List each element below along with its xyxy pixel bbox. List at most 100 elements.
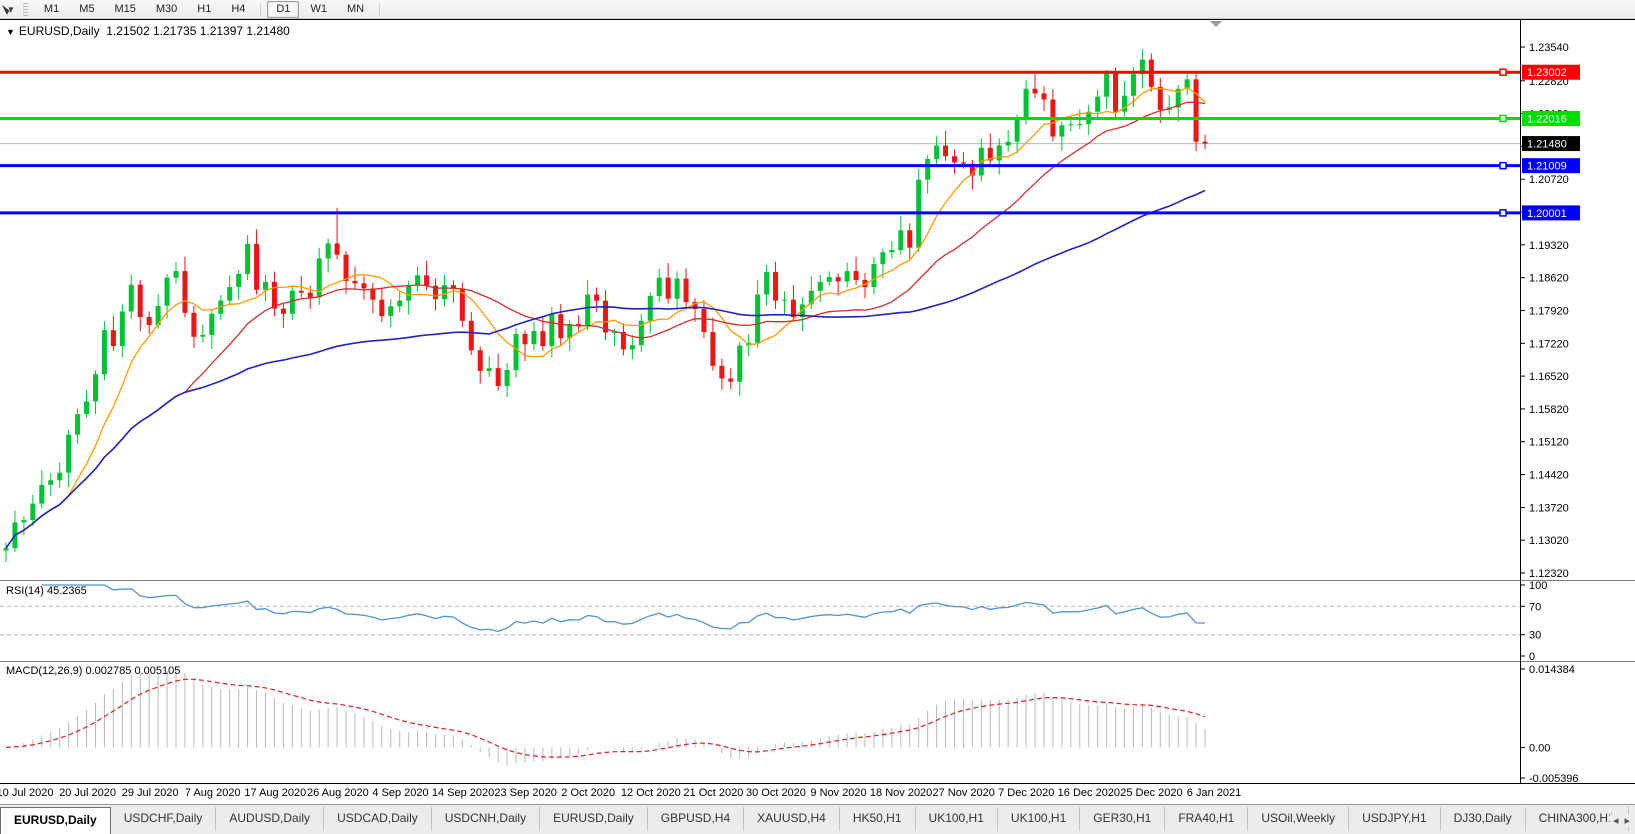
- chart-tab-usoil-weekly[interactable]: USOil,Weekly: [1248, 807, 1349, 831]
- level-line-anchor[interactable]: [1500, 115, 1506, 121]
- price-badge-text: 1.21480: [1527, 139, 1567, 151]
- rsi-axis-tick: 100: [1529, 580, 1547, 592]
- chart-tab-gbpusd-h4[interactable]: GBPUSD,H4: [648, 807, 744, 831]
- date-label: 7 Dec 2020: [998, 787, 1054, 799]
- date-label: 10 Jul 2020: [0, 787, 53, 799]
- macd-signal-value: 0.005105: [134, 665, 180, 677]
- macd-name: MACD(12,26,9): [6, 665, 82, 677]
- chart-tab-usdchf-daily[interactable]: USDCHF,Daily: [111, 807, 217, 831]
- rsi-axis-tick: 30: [1529, 630, 1541, 642]
- collapse-marker-icon[interactable]: ▼: [6, 27, 15, 37]
- macd-indicator-label: MACD(12,26,9) 0.002785 0.005105: [6, 665, 180, 677]
- timeframe-button-m1[interactable]: M1: [35, 1, 68, 18]
- date-label: 12 Oct 2020: [621, 787, 681, 799]
- chart-tab-audusd-daily[interactable]: AUDUSD,Daily: [216, 807, 324, 831]
- timeframe-button-m5[interactable]: M5: [70, 1, 103, 18]
- tab-scroll-left-icon[interactable]: ◂: [1613, 814, 1619, 827]
- date-label: 2 Oct 2020: [561, 787, 615, 799]
- date-label: 29 Jul 2020: [122, 787, 179, 799]
- timeframe-button-m30[interactable]: M30: [147, 1, 186, 18]
- date-label: 25 Dec 2020: [1120, 787, 1182, 799]
- chart-tab-eurusd-daily[interactable]: EURUSD,Daily: [0, 807, 111, 834]
- chart-tab-eurusd-daily[interactable]: EURUSD,Daily: [540, 807, 648, 831]
- chart-title-quote: 1.21502 1.21735 1.21397 1.21480: [106, 24, 290, 38]
- chart-tab-bar: EURUSD,DailyUSDCHF,DailyAUDUSD,DailyUSDC…: [0, 804, 1635, 834]
- date-label: 26 Aug 2020: [307, 787, 369, 799]
- date-label: 17 Aug 2020: [244, 787, 306, 799]
- price-axis-tick: 1.13720: [1529, 502, 1569, 514]
- rsi-value: 45.2365: [47, 585, 87, 597]
- price-axis-tick: 1.18620: [1529, 273, 1569, 285]
- macd-value: 0.002785: [85, 665, 131, 677]
- timeframe-buttons: M1M5M15M30H1H4 D1W1MN: [34, 1, 385, 18]
- price-axis-tick: 1.14420: [1529, 470, 1569, 482]
- price-axis-tick: 1.13020: [1529, 535, 1569, 547]
- price-axis-tick: 1.19320: [1529, 240, 1569, 252]
- price-badge-text: 1.23002: [1527, 67, 1567, 79]
- level-line-anchor[interactable]: [1500, 163, 1506, 169]
- timeframe-button-d1[interactable]: D1: [267, 1, 299, 18]
- chart-tab-xauusd-h4[interactable]: XAUUSD,H4: [744, 807, 840, 831]
- timeframe-button-mn[interactable]: MN: [338, 1, 373, 18]
- chart-tab-uk100-h1[interactable]: UK100,H1: [916, 807, 998, 831]
- chart-title: ▼ EURUSD,Daily 1.21502 1.21735 1.21397 1.…: [6, 24, 290, 38]
- timeframe-button-h1[interactable]: H1: [188, 1, 220, 18]
- toolbar-separator: [260, 3, 261, 16]
- rsi-indicator-label: RSI(14) 45.2365: [6, 585, 87, 597]
- price-axis-tick: 1.23540: [1529, 42, 1569, 54]
- price-badge-text: 1.21009: [1527, 161, 1567, 173]
- main-chart-canvas[interactable]: 1.235401.228201.221201.214201.207201.200…: [0, 19, 1635, 580]
- date-label: 21 Oct 2020: [683, 787, 743, 799]
- date-label: 20 Jul 2020: [59, 787, 116, 799]
- price-axis-tick: 1.12320: [1529, 568, 1569, 580]
- price-badge-text: 1.22016: [1527, 113, 1567, 125]
- timeframe-button-w1[interactable]: W1: [301, 1, 336, 18]
- macd-axis-tick: -0.005396: [1529, 773, 1579, 784]
- chart-tab-usdcad-daily[interactable]: USDCAD,Daily: [324, 807, 432, 831]
- date-label: 14 Sep 2020: [432, 787, 494, 799]
- toolbar-separator: [379, 3, 380, 16]
- chart-title-symbol: EURUSD,Daily: [19, 24, 100, 38]
- price-axis-tick: 1.15820: [1529, 404, 1569, 416]
- timeframe-toolbar: ▼ M1M5M15M30H1H4D1W1MN: [0, 0, 1635, 19]
- rsi-name: RSI(14): [6, 585, 44, 597]
- macd-panel-canvas[interactable]: 0.014384 0.00 -0.005396: [0, 661, 1635, 784]
- chart-tab-usdcnh-daily[interactable]: USDCNH,Daily: [432, 807, 540, 831]
- macd-axis-tick: 0.00: [1529, 742, 1550, 754]
- date-label: 4 Sep 2020: [372, 787, 428, 799]
- date-label: 30 Oct 2020: [746, 787, 806, 799]
- chart-tab-usdjpy-h1[interactable]: USDJPY,H1: [1349, 807, 1440, 831]
- level-line-anchor[interactable]: [1500, 69, 1506, 75]
- price-axis-tick: 1.20720: [1529, 174, 1569, 186]
- date-label: 16 Dec 2020: [1058, 787, 1120, 799]
- chart-tab-hk50-h1[interactable]: HK50,H1: [840, 807, 916, 831]
- date-label: 23 Sep 2020: [494, 787, 556, 799]
- toolbar-grip[interactable]: [23, 3, 28, 16]
- chart-tab-uk100-h1[interactable]: UK100,H1: [998, 807, 1080, 831]
- price-axis-tick: 1.17920: [1529, 305, 1569, 317]
- date-label: 7 Aug 2020: [185, 787, 241, 799]
- price-badge-text: 1.20001: [1527, 208, 1567, 220]
- date-label: 6 Jan 2021: [1187, 787, 1241, 799]
- chart-tab-dj30-daily[interactable]: DJ30,Daily: [1441, 807, 1526, 831]
- price-axis-tick: 1.17220: [1529, 338, 1569, 350]
- timeframe-button-h4[interactable]: H4: [222, 1, 254, 18]
- date-label: 9 Nov 2020: [810, 787, 866, 799]
- tab-scroll-controls: ◂ ▸: [1610, 814, 1633, 827]
- rsi-axis-tick: 70: [1529, 601, 1541, 613]
- chart-tab-fra40-h1[interactable]: FRA40,H1: [1165, 807, 1248, 831]
- cursor-arrow-icon: [0, 3, 13, 16]
- tab-scroll-right-icon[interactable]: ▸: [1624, 814, 1630, 827]
- date-label: 18 Nov 2020: [870, 787, 932, 799]
- date-label: 27 Nov 2020: [932, 787, 994, 799]
- price-axis-tick: 1.16520: [1529, 371, 1569, 383]
- terminal-window: ▼ M1M5M15M30H1H4 D1W1MN ▼ EURUSD,Daily 1.2…: [0, 0, 1635, 834]
- rsi-axis-tick: 0: [1529, 651, 1535, 661]
- date-axis: 10 Jul 2020 20 Jul 2020 29 Jul 2020 7 Aug 2…: [0, 784, 1635, 804]
- level-line-anchor[interactable]: [1500, 210, 1506, 216]
- rsi-panel-canvas[interactable]: 100 70 30 0: [0, 580, 1635, 661]
- macd-axis-tick: 0.014384: [1529, 664, 1575, 676]
- chart-tab-ger30-h1[interactable]: GER30,H1: [1080, 807, 1165, 831]
- timeframe-button-m15[interactable]: M15: [105, 1, 144, 18]
- price-axis-tick: 1.15120: [1529, 437, 1569, 449]
